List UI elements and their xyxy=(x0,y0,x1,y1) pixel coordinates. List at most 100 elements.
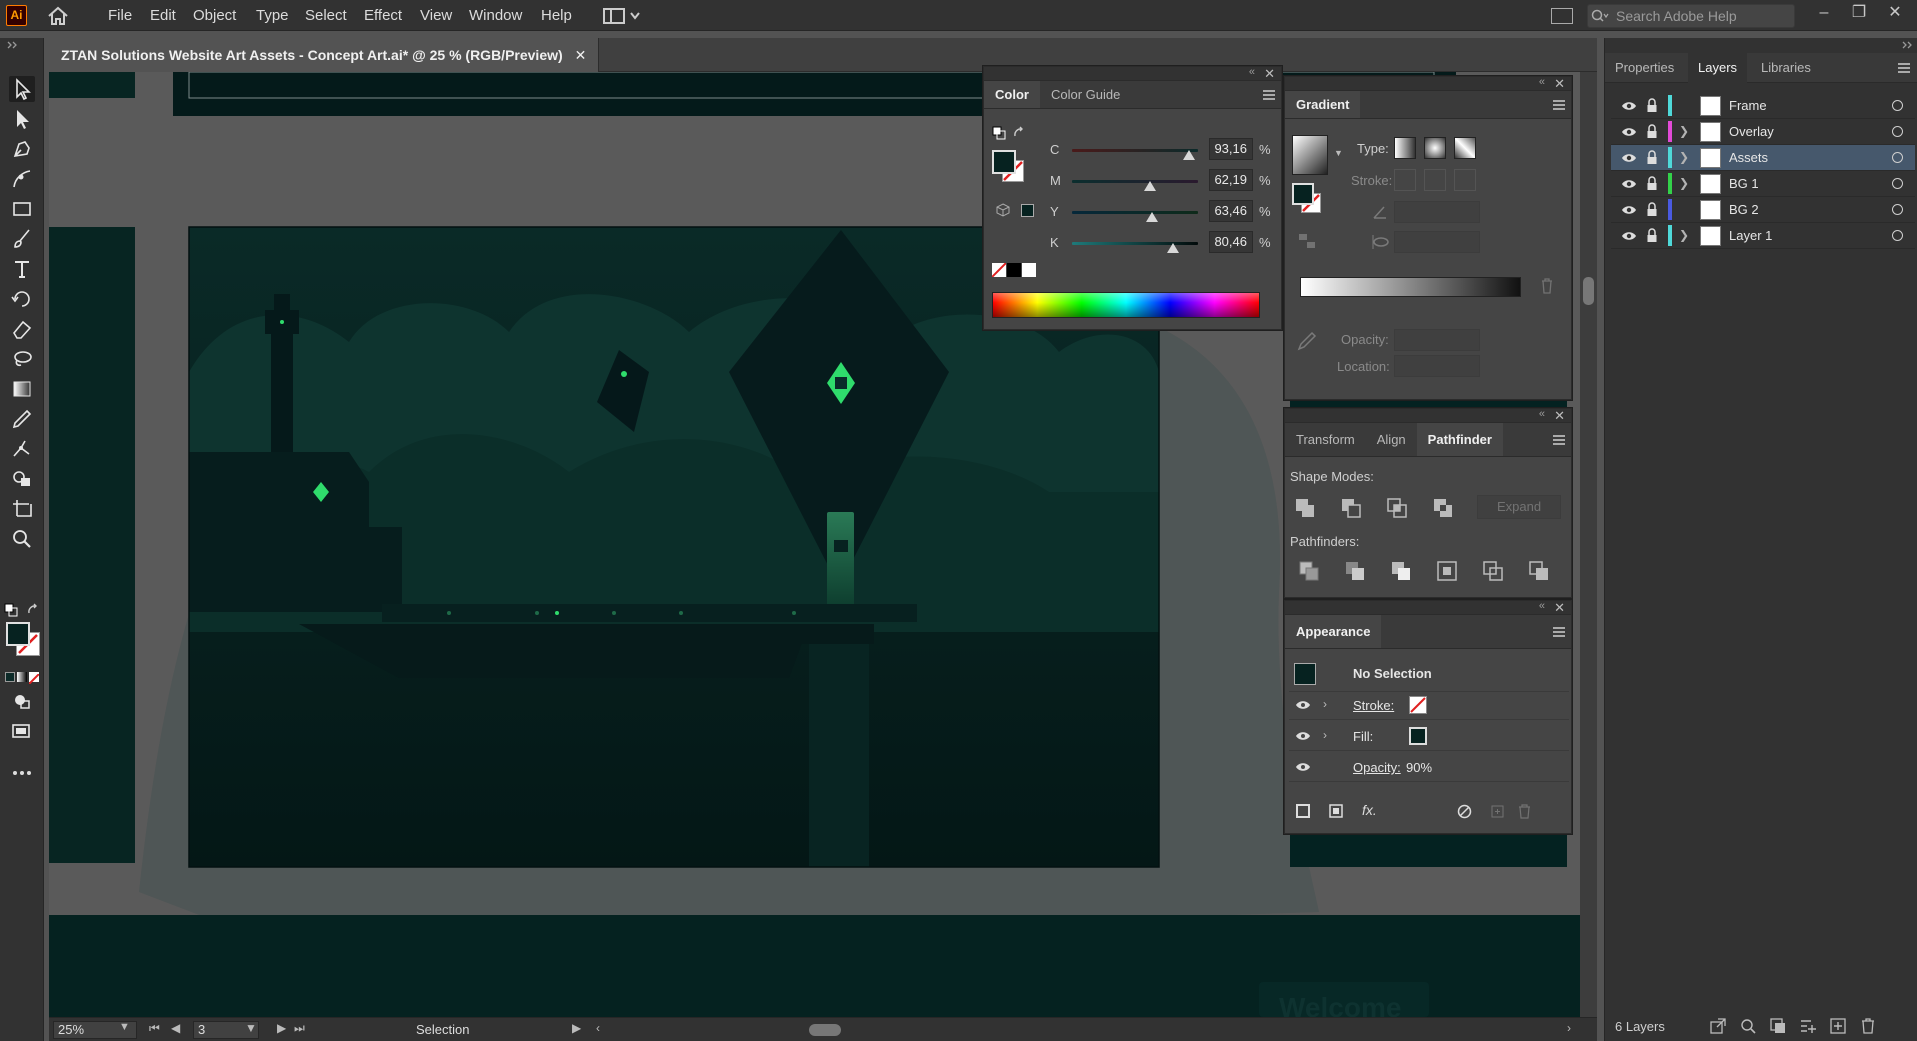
crop-icon[interactable] xyxy=(1435,559,1459,583)
opacity-label[interactable]: Opacity: xyxy=(1353,760,1401,775)
layer-row-overlay[interactable]: ❯ Overlay xyxy=(1611,119,1915,145)
rectangle-tool-icon[interactable] xyxy=(9,196,35,222)
appearance-stroke-swatch[interactable] xyxy=(1409,696,1427,714)
delete-layer-icon[interactable] xyxy=(1859,1017,1877,1035)
reverse-gradient-icon[interactable] xyxy=(1297,231,1317,251)
vertical-scrollbar[interactable] xyxy=(1580,72,1597,1017)
layer-row-assets[interactable]: ❯ Assets xyxy=(1611,145,1915,171)
paintbrush-tool-icon[interactable] xyxy=(9,226,35,252)
screen-mode-icon[interactable] xyxy=(9,718,35,744)
trim-icon[interactable] xyxy=(1343,559,1367,583)
edit-toolbar-icon[interactable] xyxy=(9,760,35,786)
last-artboard-icon[interactable]: ⏭ xyxy=(294,1021,305,1036)
panel-menu-icon[interactable] xyxy=(1263,90,1275,100)
none-swatch[interactable] xyxy=(991,262,1007,278)
panel-menu-icon[interactable] xyxy=(1553,435,1565,445)
zoom-tool-icon[interactable] xyxy=(9,526,35,552)
color-mode-icon[interactable] xyxy=(5,672,40,685)
pen-tool-icon[interactable] xyxy=(9,136,35,162)
layer-visibility-eye-icon[interactable] xyxy=(1621,125,1637,139)
layer-expand-chevron-icon[interactable]: ❯ xyxy=(1679,124,1689,138)
default-fill-stroke-icon[interactable] xyxy=(4,603,18,617)
tab-layers[interactable]: Layers xyxy=(1688,53,1748,83)
layer-name[interactable]: Frame xyxy=(1729,98,1767,113)
black-swatch[interactable] xyxy=(1007,263,1021,277)
tab-gradient[interactable]: Gradient xyxy=(1285,91,1361,118)
close-document-icon[interactable]: ✕ xyxy=(575,47,587,63)
shape-builder-tool-icon[interactable] xyxy=(9,466,35,492)
stroke-within-button[interactable] xyxy=(1394,169,1416,191)
fill-swatch[interactable] xyxy=(6,622,30,646)
gradient-eyedropper-icon[interactable] xyxy=(1295,329,1319,353)
clear-appearance-icon[interactable] xyxy=(1457,804,1472,819)
layer-name[interactable]: BG 2 xyxy=(1729,202,1759,217)
aspect-ratio-field[interactable] xyxy=(1394,231,1480,253)
delete-item-icon[interactable] xyxy=(1517,803,1532,819)
menu-effect[interactable]: Effect xyxy=(364,7,402,24)
tab-color-guide[interactable]: Color Guide xyxy=(1040,81,1131,108)
appearance-fill-swatch[interactable] xyxy=(1409,727,1427,745)
tab-libraries[interactable]: Libraries xyxy=(1751,53,1821,83)
layer-visibility-eye-icon[interactable] xyxy=(1621,229,1637,243)
horizontal-scroll-thumb[interactable] xyxy=(809,1024,841,1036)
merge-icon[interactable] xyxy=(1389,559,1413,583)
angle-field[interactable] xyxy=(1394,201,1480,223)
add-effect-icon[interactable]: fx. xyxy=(1362,802,1377,818)
cyan-value[interactable]: 93,16 xyxy=(1209,138,1253,160)
delete-stop-icon[interactable] xyxy=(1539,277,1555,295)
draw-mode-icon[interactable] xyxy=(9,688,35,714)
layer-lock-icon[interactable] xyxy=(1646,202,1658,218)
black-slider-thumb[interactable] xyxy=(1167,243,1180,253)
layer-expand-chevron-icon[interactable]: ❯ xyxy=(1679,176,1689,190)
yellow-value[interactable]: 63,46 xyxy=(1209,200,1253,222)
make-clipping-mask-icon[interactable] xyxy=(1769,1017,1787,1035)
stroke-along-button[interactable] xyxy=(1424,169,1446,191)
menu-object[interactable]: Object xyxy=(193,7,236,24)
fill-visibility-eye-icon[interactable] xyxy=(1295,730,1311,742)
layer-lock-icon[interactable] xyxy=(1646,150,1658,166)
lasso-tool-icon[interactable] xyxy=(9,346,35,372)
unite-icon[interactable] xyxy=(1293,496,1317,520)
scroll-left-icon[interactable]: ‹ xyxy=(596,1021,600,1035)
out-of-gamut-icon[interactable] xyxy=(996,203,1010,217)
collapse-panel-icon[interactable]: « xyxy=(1539,600,1545,612)
artboard-dropdown-icon[interactable]: ▼ xyxy=(245,1021,257,1035)
vertical-scroll-thumb[interactable] xyxy=(1583,277,1594,305)
swap-fill-stroke-icon[interactable] xyxy=(26,603,40,617)
magenta-value[interactable]: 62,19 xyxy=(1209,169,1253,191)
gradient-tool-icon[interactable] xyxy=(9,376,35,402)
minus-front-icon[interactable] xyxy=(1339,496,1363,520)
stroke-expand-icon[interactable]: › xyxy=(1323,697,1327,711)
gradient-fill-swatch[interactable] xyxy=(1292,183,1314,205)
arrange-documents-icon[interactable] xyxy=(1551,8,1573,24)
cyan-slider-thumb[interactable] xyxy=(1183,150,1196,160)
white-swatch[interactable] xyxy=(1022,263,1036,277)
radial-gradient-button[interactable] xyxy=(1424,137,1446,159)
linear-gradient-button[interactable] xyxy=(1394,137,1416,159)
menu-view[interactable]: View xyxy=(420,7,452,24)
cyan-slider[interactable] xyxy=(1072,149,1198,152)
minimize-button[interactable]: – xyxy=(1813,4,1835,24)
add-stroke-icon[interactable] xyxy=(1295,803,1311,819)
first-artboard-icon[interactable]: ⏮ xyxy=(149,1021,160,1036)
opacity-visibility-eye-icon[interactable] xyxy=(1295,761,1311,773)
rotate-tool-icon[interactable] xyxy=(9,286,35,312)
gradient-swatch-dropdown-icon[interactable]: ▼ xyxy=(1334,148,1343,158)
color-fill-swatch[interactable] xyxy=(992,150,1016,174)
collapse-toolbar-icon[interactable] xyxy=(6,40,20,50)
yellow-slider[interactable] xyxy=(1072,211,1198,214)
layer-visibility-eye-icon[interactable] xyxy=(1621,99,1637,113)
tab-appearance[interactable]: Appearance xyxy=(1285,615,1382,648)
duplicate-item-icon[interactable] xyxy=(1490,804,1505,819)
search-help-input[interactable]: Search Adobe Help xyxy=(1587,4,1795,28)
layer-lock-icon[interactable] xyxy=(1646,176,1658,192)
layer-target-icon[interactable] xyxy=(1892,178,1903,189)
gradient-location-field[interactable] xyxy=(1394,355,1480,377)
stroke-label[interactable]: Stroke: xyxy=(1353,698,1394,713)
layer-lock-icon[interactable] xyxy=(1646,228,1658,244)
direct-selection-tool-icon[interactable] xyxy=(9,106,35,132)
artboard-tool-icon[interactable] xyxy=(9,496,35,522)
collect-for-export-icon[interactable] xyxy=(1709,1017,1727,1035)
menu-select[interactable]: Select xyxy=(305,7,347,24)
minus-back-icon[interactable] xyxy=(1527,559,1551,583)
